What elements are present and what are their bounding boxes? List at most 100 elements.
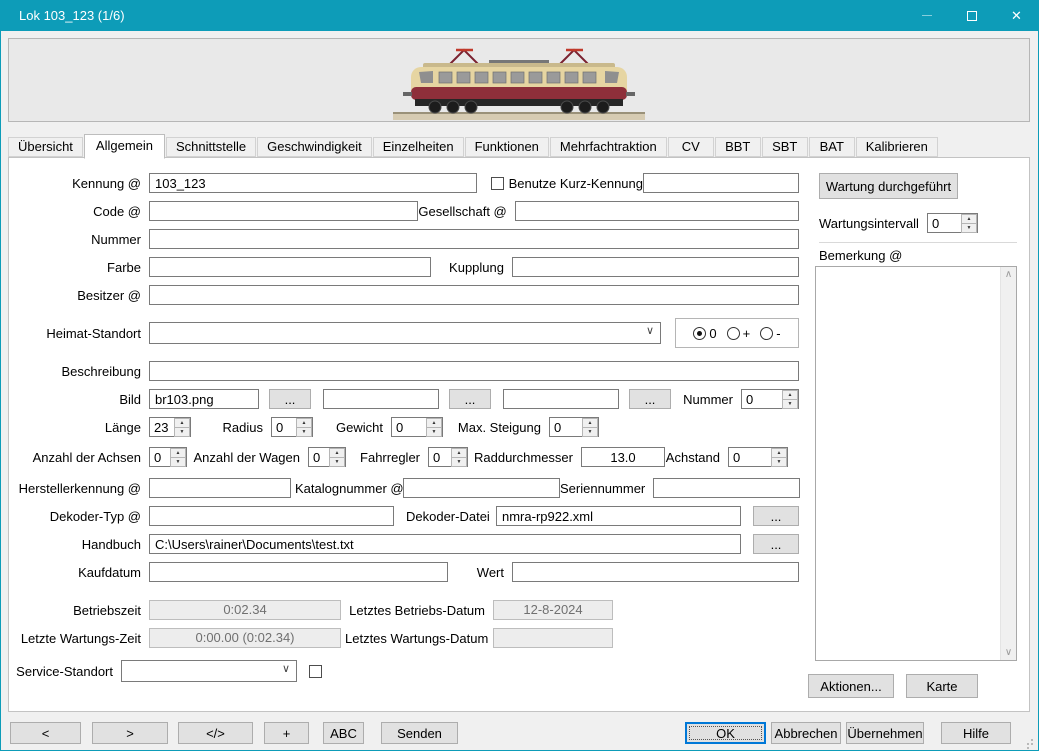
spin-up-icon[interactable]: ▲ <box>582 418 598 428</box>
spin-up-icon[interactable]: ▲ <box>170 448 186 458</box>
dekoder-typ-input[interactable] <box>149 506 394 526</box>
code-input[interactable] <box>149 201 418 221</box>
spin-up-icon[interactable]: ▲ <box>174 418 190 428</box>
scroll-up-icon[interactable]: ∧ <box>1005 269 1012 280</box>
spin-up-icon[interactable]: ▲ <box>782 390 798 400</box>
add-button[interactable]: + <box>264 722 309 744</box>
spin-down-icon[interactable]: ▼ <box>782 400 798 409</box>
anzahl-achsen-input[interactable] <box>150 448 170 466</box>
radius-input[interactable] <box>272 418 296 436</box>
service-standort-combobox[interactable]: ∨ <box>121 660 297 682</box>
tab-uebersicht[interactable]: Übersicht <box>8 137 83 157</box>
bild3-browse-button[interactable]: ... <box>629 389 671 409</box>
senden-button[interactable]: Senden <box>381 722 458 744</box>
nummer-input[interactable] <box>149 229 799 249</box>
tab-bat[interactable]: BAT <box>809 137 855 157</box>
spin-down-icon[interactable]: ▼ <box>771 458 787 467</box>
spin-up-icon[interactable]: ▲ <box>329 448 345 458</box>
tab-funktionen[interactable]: Funktionen <box>465 137 549 157</box>
gesellschaft-input[interactable] <box>515 201 799 221</box>
uebernehmen-button[interactable]: Übernehmen <box>846 722 924 744</box>
spin-down-icon[interactable]: ▼ <box>961 224 977 233</box>
fahrregler-input[interactable] <box>429 448 451 466</box>
dekoder-datei-input[interactable] <box>496 506 741 526</box>
tab-bbt[interactable]: BBT <box>715 137 761 157</box>
ok-button[interactable]: OK <box>685 722 766 744</box>
polarity-radio-0[interactable] <box>693 327 706 340</box>
farbe-label: Farbe <box>11 260 141 275</box>
kurz-kennung-input[interactable] <box>643 173 799 193</box>
scroll-down-icon[interactable]: ∨ <box>1005 647 1012 658</box>
kurz-kennung-checkbox[interactable] <box>491 177 504 190</box>
spin-up-icon[interactable]: ▲ <box>296 418 312 428</box>
spin-down-icon[interactable]: ▼ <box>582 428 598 437</box>
close-button[interactable]: ✕ <box>994 0 1039 31</box>
spin-up-icon[interactable]: ▲ <box>961 214 977 224</box>
bild3-input[interactable] <box>503 389 619 409</box>
previous-lok-button[interactable]: < <box>10 722 81 744</box>
laenge-label: Länge <box>11 420 141 435</box>
service-standort-checkbox[interactable] <box>309 665 322 678</box>
seriennummer-input[interactable] <box>653 478 800 498</box>
tab-geschwindigkeit[interactable]: Geschwindigkeit <box>257 137 372 157</box>
besitzer-input[interactable] <box>149 285 799 305</box>
gewicht-input[interactable] <box>392 418 426 436</box>
resize-grip[interactable] <box>1023 735 1033 745</box>
bild2-input[interactable] <box>323 389 439 409</box>
max-steigung-input[interactable] <box>550 418 582 436</box>
bemerkung-scrollbar[interactable]: ∧ ∨ <box>1000 267 1016 660</box>
spin-up-icon[interactable]: ▲ <box>426 418 442 428</box>
wartungsintervall-input[interactable] <box>928 214 961 232</box>
abbrechen-button[interactable]: Abbrechen <box>771 722 841 744</box>
bemerkung-textarea[interactable] <box>816 267 1000 660</box>
kupplung-input[interactable] <box>512 257 799 277</box>
aktionen-button[interactable]: Aktionen... <box>808 674 894 698</box>
tab-sbt[interactable]: SBT <box>762 137 808 157</box>
code-toggle-button[interactable]: </> <box>178 722 253 744</box>
laenge-input[interactable] <box>150 418 174 436</box>
minimize-button[interactable] <box>904 0 949 31</box>
bild-nummer-input[interactable] <box>742 390 782 408</box>
spin-up-icon[interactable]: ▲ <box>451 448 467 458</box>
spin-down-icon[interactable]: ▼ <box>451 458 467 467</box>
tab-kalibrieren[interactable]: Kalibrieren <box>856 137 938 157</box>
radius-label: Radius <box>191 420 263 435</box>
bild1-input[interactable] <box>149 389 259 409</box>
wartung-durchgefuehrt-button[interactable]: Wartung durchgeführt <box>819 173 958 199</box>
tab-mehrfachtraktion[interactable]: Mehrfachtraktion <box>550 137 667 157</box>
katalognummer-input[interactable] <box>403 478 560 498</box>
handbuch-input[interactable] <box>149 534 741 554</box>
heimat-standort-combobox[interactable]: ∨ <box>149 322 661 344</box>
spin-up-icon[interactable]: ▲ <box>771 448 787 458</box>
kaufdatum-input[interactable] <box>149 562 448 582</box>
abc-button[interactable]: ABC <box>323 722 364 744</box>
karte-button[interactable]: Karte <box>906 674 978 698</box>
spin-down-icon[interactable]: ▼ <box>170 458 186 467</box>
next-lok-button[interactable]: > <box>92 722 168 744</box>
anzahl-wagen-input[interactable] <box>309 448 329 466</box>
raddurchmesser-input[interactable] <box>581 447 665 467</box>
spin-down-icon[interactable]: ▼ <box>174 428 190 437</box>
maximize-button[interactable] <box>949 0 994 31</box>
beschreibung-input[interactable] <box>149 361 799 381</box>
tab-schnittstelle[interactable]: Schnittstelle <box>166 137 256 157</box>
bild2-browse-button[interactable]: ... <box>449 389 491 409</box>
caption-buttons: ✕ <box>904 0 1039 31</box>
hilfe-button[interactable]: Hilfe <box>941 722 1011 744</box>
kennung-input[interactable] <box>149 173 477 193</box>
spin-down-icon[interactable]: ▼ <box>426 428 442 437</box>
spin-down-icon[interactable]: ▼ <box>296 428 312 437</box>
herstellerkennung-input[interactable] <box>149 478 291 498</box>
farbe-input[interactable] <box>149 257 431 277</box>
tab-allgemein[interactable]: Allgemein <box>84 134 165 159</box>
achstand-input[interactable] <box>729 448 771 466</box>
wert-input[interactable] <box>512 562 799 582</box>
handbuch-browse-button[interactable]: ... <box>753 534 799 554</box>
polarity-radio-plus[interactable] <box>727 327 740 340</box>
bild1-browse-button[interactable]: ... <box>269 389 311 409</box>
dekoder-datei-browse-button[interactable]: ... <box>753 506 799 526</box>
spin-down-icon[interactable]: ▼ <box>329 458 345 467</box>
polarity-radio-minus[interactable] <box>760 327 773 340</box>
tab-einzelheiten[interactable]: Einzelheiten <box>373 137 464 157</box>
tab-cv[interactable]: CV <box>668 137 714 157</box>
